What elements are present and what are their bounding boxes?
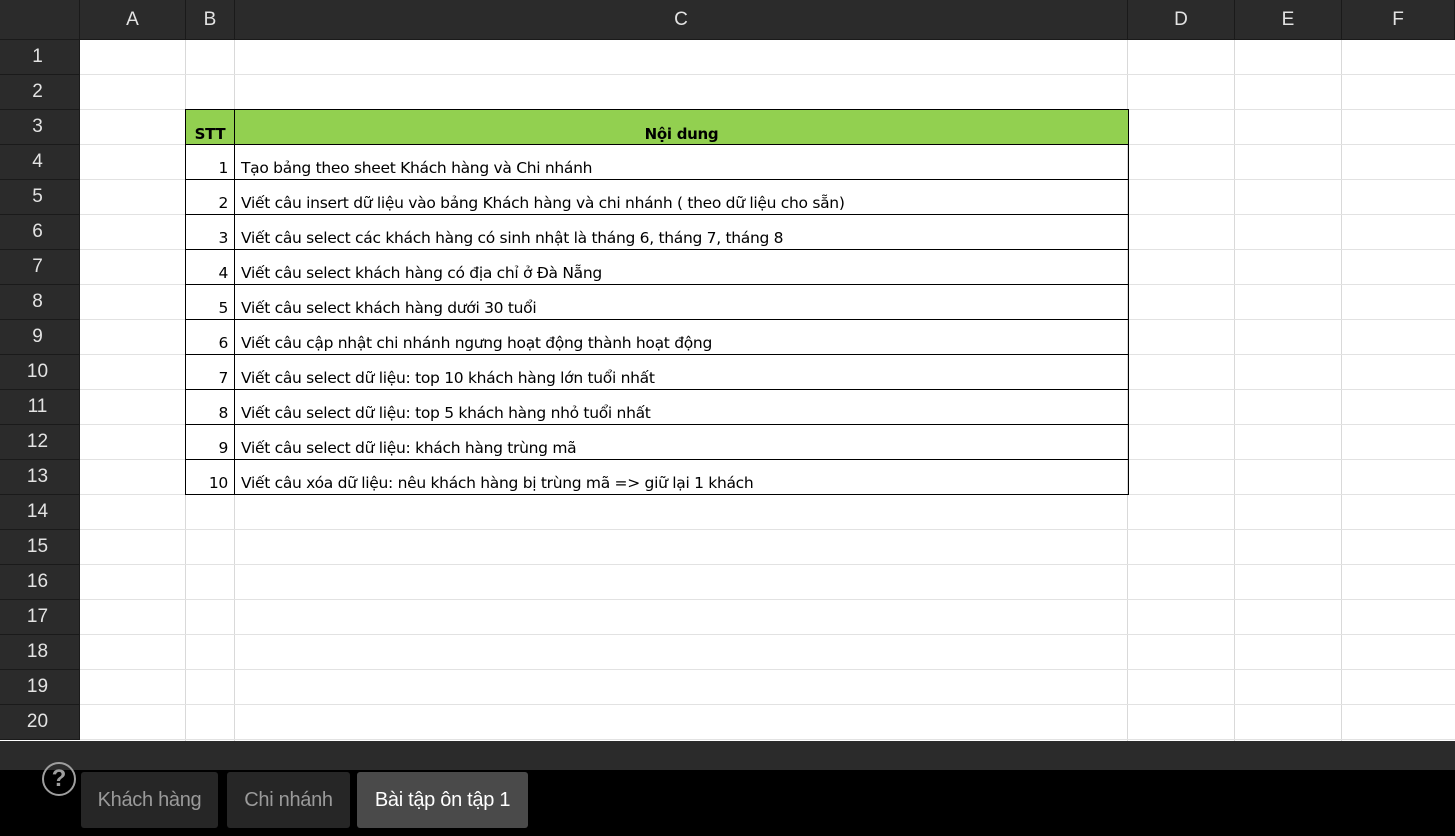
stt-cell[interactable]: 6 xyxy=(185,320,235,355)
row-header-19[interactable]: 19 xyxy=(0,670,80,705)
column-header-e[interactable]: E xyxy=(1235,0,1342,40)
row-header-11[interactable]: 11 xyxy=(0,390,80,425)
row-header-4[interactable]: 4 xyxy=(0,145,80,180)
sheet-tab-3[interactable]: Bài tập ôn tập 1 xyxy=(357,772,528,828)
row-header-6[interactable]: 6 xyxy=(0,215,80,250)
header-content[interactable]: Nội dung xyxy=(235,109,1129,145)
content-cell[interactable]: Viết câu select các khách hàng có sinh n… xyxy=(235,215,1129,250)
grid-hline xyxy=(80,74,1455,75)
grid-hline xyxy=(80,599,1455,600)
stt-cell[interactable]: 7 xyxy=(185,355,235,390)
grid-hline xyxy=(80,704,1455,705)
row-header-7[interactable]: 7 xyxy=(0,250,80,285)
grid-hline xyxy=(80,634,1455,635)
stt-cell[interactable]: 4 xyxy=(185,250,235,285)
column-header-d[interactable]: D xyxy=(1128,0,1235,40)
row-header-12[interactable]: 12 xyxy=(0,425,80,460)
stt-cell[interactable]: 3 xyxy=(185,215,235,250)
grid-vline xyxy=(1234,40,1235,741)
content-cell[interactable]: Viết câu select dữ liệu: top 5 khách hàn… xyxy=(235,390,1129,425)
row-header-2[interactable]: 2 xyxy=(0,75,80,110)
grid-hline xyxy=(80,529,1455,530)
stt-cell[interactable]: 2 xyxy=(185,180,235,215)
horizontal-scroll-bar[interactable] xyxy=(0,741,1455,770)
stt-cell[interactable]: 8 xyxy=(185,390,235,425)
header-stt[interactable]: STT xyxy=(185,109,235,145)
column-header-f[interactable]: F xyxy=(1342,0,1455,40)
content-cell[interactable]: Viết câu cập nhật chi nhánh ngưng hoạt đ… xyxy=(235,320,1129,355)
select-all-corner[interactable] xyxy=(0,0,80,40)
row-header-14[interactable]: 14 xyxy=(0,495,80,530)
content-cell[interactable]: Viết câu xóa dữ liệu: nêu khách hàng bị … xyxy=(235,460,1129,495)
stt-cell[interactable]: 1 xyxy=(185,145,235,180)
grid-vline xyxy=(1341,40,1342,741)
content-cell[interactable]: Tạo bảng theo sheet Khách hàng và Chi nh… xyxy=(235,145,1129,180)
sheet-tab-1[interactable]: Khách hàng xyxy=(81,772,218,828)
row-header-13[interactable]: 13 xyxy=(0,460,80,495)
row-header-10[interactable]: 10 xyxy=(0,355,80,390)
grid-hline xyxy=(80,669,1455,670)
stt-cell[interactable]: 5 xyxy=(185,285,235,320)
row-header-17[interactable]: 17 xyxy=(0,600,80,635)
row-header-3[interactable]: 3 xyxy=(0,110,80,145)
column-header-c[interactable]: C xyxy=(235,0,1128,40)
row-header-18[interactable]: 18 xyxy=(0,635,80,670)
column-header-a[interactable]: A xyxy=(80,0,186,40)
stt-cell[interactable]: 9 xyxy=(185,425,235,460)
row-header-15[interactable]: 15 xyxy=(0,530,80,565)
grid-hline xyxy=(80,564,1455,565)
spreadsheet-grid[interactable]: ABCDEF 1 2 3 4 5 6 7 8 9 10 11 12 13 14 15 16 17 18 19 20 S… xyxy=(0,0,1455,741)
content-cell[interactable]: Viết câu select dữ liệu: khách hàng trùn… xyxy=(235,425,1129,460)
content-cell[interactable]: Viết câu select dữ liệu: top 10 khách hà… xyxy=(235,355,1129,390)
sheet-tab-strip xyxy=(0,770,1455,836)
row-header-16[interactable]: 16 xyxy=(0,565,80,600)
row-header-20[interactable]: 20 xyxy=(0,705,80,740)
content-cell[interactable]: Viết câu insert dữ liệu vào bảng Khách h… xyxy=(235,180,1129,215)
row-header-1[interactable]: 1 xyxy=(0,40,80,75)
row-header-9[interactable]: 9 xyxy=(0,320,80,355)
stt-cell[interactable]: 10 xyxy=(185,460,235,495)
row-header-5[interactable]: 5 xyxy=(0,180,80,215)
sheet-tab-2[interactable]: Chi nhánh xyxy=(227,772,350,828)
content-cell[interactable]: Viết câu select khách hàng có địa chỉ ở … xyxy=(235,250,1129,285)
help-icon[interactable]: ? xyxy=(42,762,76,796)
row-header-8[interactable]: 8 xyxy=(0,285,80,320)
column-header-b[interactable]: B xyxy=(186,0,235,40)
content-cell[interactable]: Viết câu select khách hàng dưới 30 tuổi xyxy=(235,285,1129,320)
grid-hline xyxy=(80,739,1455,740)
